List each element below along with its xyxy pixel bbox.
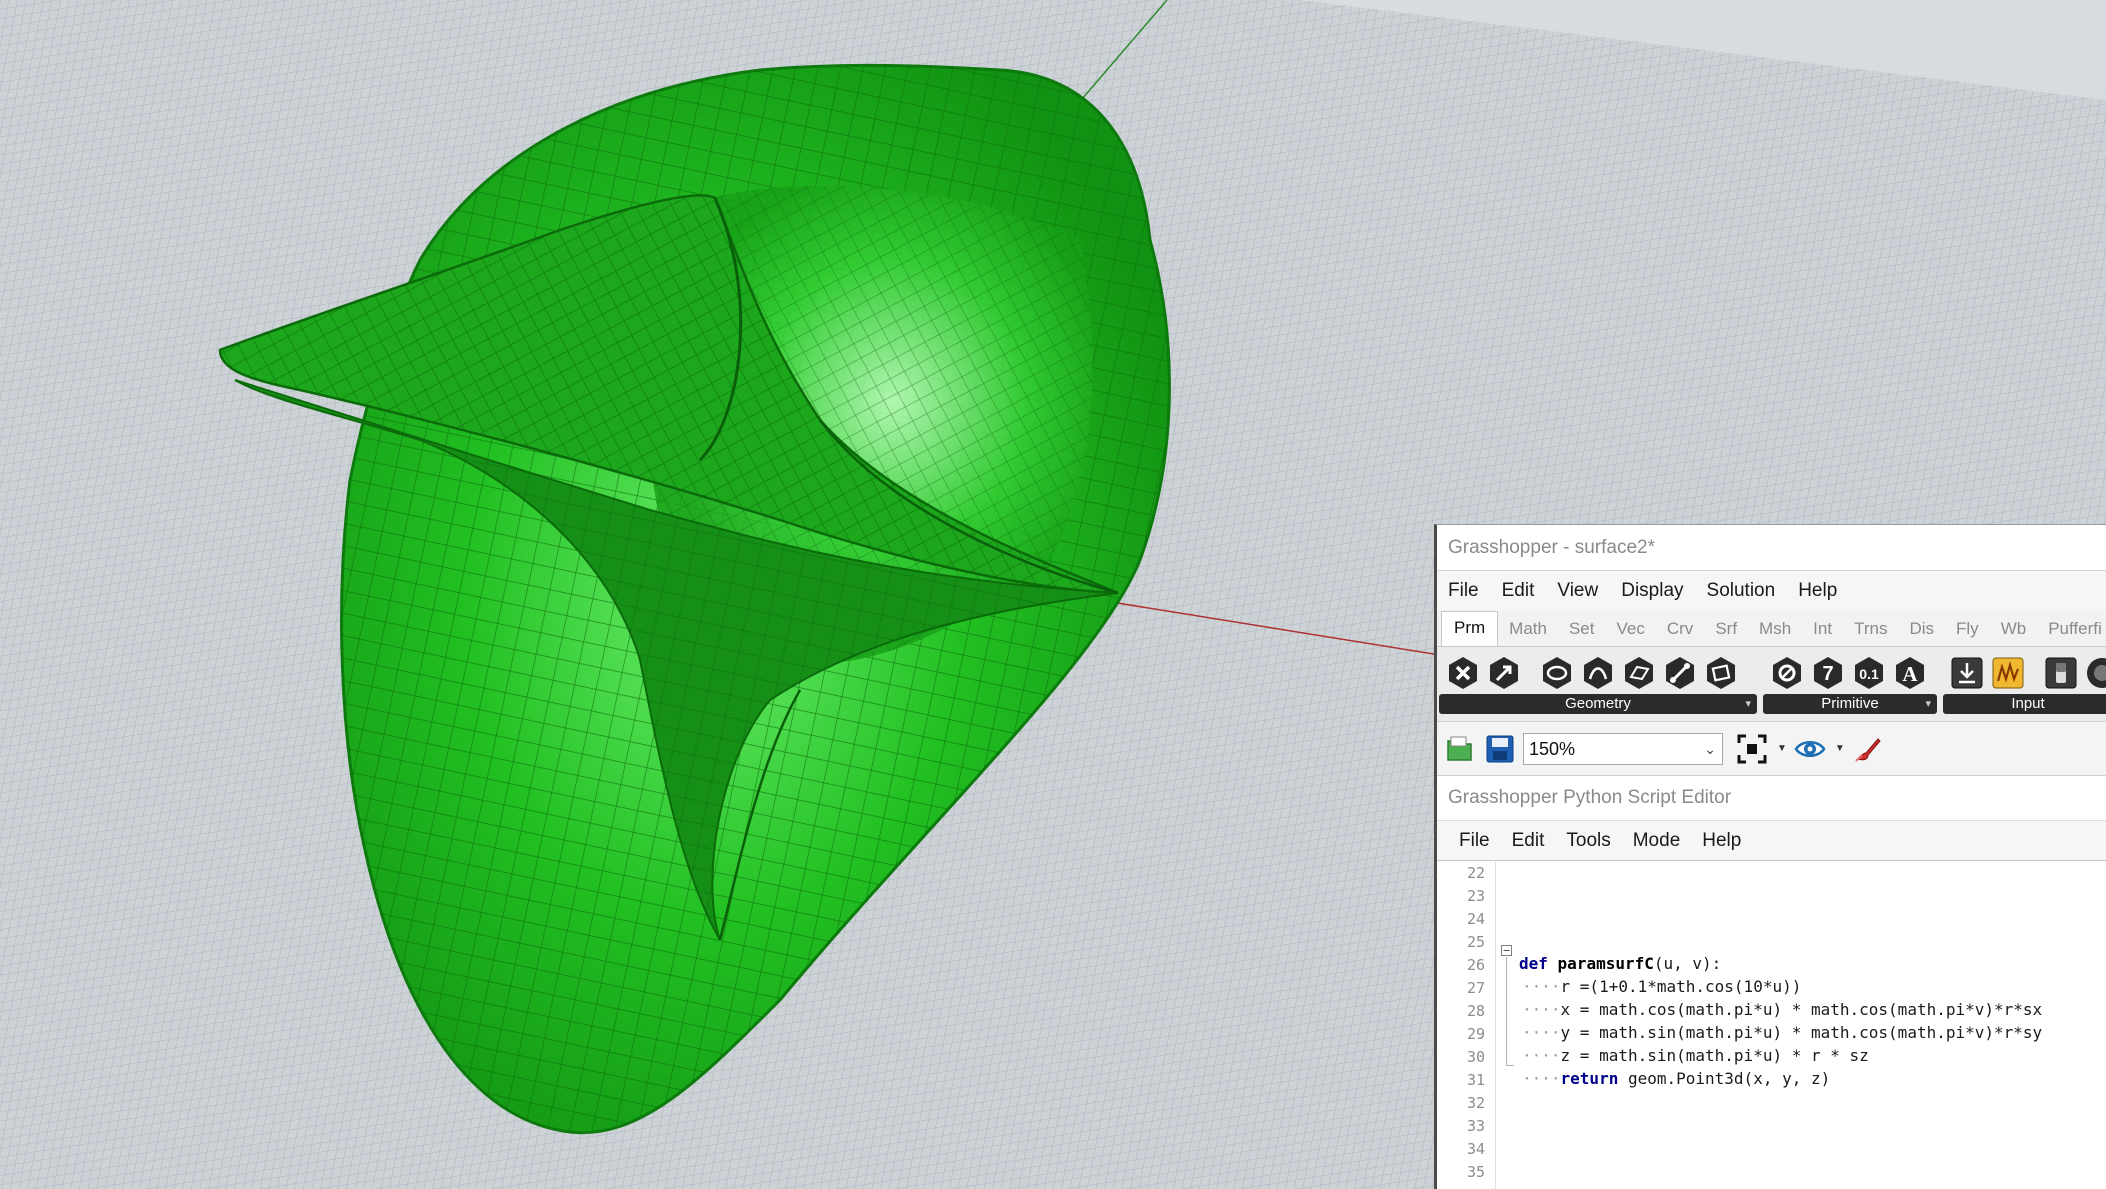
- ribbon-group-primitive: 7 0.1 A Primitive ▾: [1763, 652, 1937, 714]
- tab-vec[interactable]: Vec: [1606, 619, 1656, 646]
- fold-toggle-icon[interactable]: −: [1501, 945, 1512, 956]
- line-number: 30: [1466, 1048, 1485, 1066]
- ribbon-group-geometry: Geometry ▾: [1439, 652, 1757, 714]
- menu-display[interactable]: Display: [1621, 580, 1683, 602]
- menu-help[interactable]: Help: [1798, 580, 1837, 602]
- tab-trns[interactable]: Trns: [1843, 619, 1898, 646]
- chevron-down-icon: ⌄: [1704, 740, 1716, 757]
- python-editor-menubar: File Edit Tools Mode Help: [1437, 821, 2106, 861]
- line-number: 29: [1466, 1025, 1485, 1043]
- ribbon-group-input: Input: [1943, 652, 2106, 714]
- line-number: 26: [1466, 956, 1485, 974]
- line-number-gutter: 22 23 24 25 26 27 28 29 30 31 32 33 34 3…: [1437, 861, 1496, 1189]
- menu-solution[interactable]: Solution: [1707, 580, 1776, 602]
- integer-icon[interactable]: 7: [1810, 655, 1846, 691]
- ribbon-label-primitive[interactable]: Primitive ▾: [1763, 694, 1937, 714]
- zoom-extents-dropdown-icon[interactable]: ▼: [1777, 743, 1787, 754]
- tab-crv[interactable]: Crv: [1656, 619, 1704, 646]
- canvas-toolbar: 150% ⌄ ▼ ▼: [1437, 721, 2106, 776]
- fold-guide-end: [1506, 1065, 1514, 1066]
- menu-file[interactable]: File: [1448, 580, 1479, 602]
- zoom-extents-icon[interactable]: [1735, 731, 1769, 767]
- line-number: 32: [1466, 1094, 1485, 1112]
- remove-icon[interactable]: [1445, 655, 1481, 691]
- circle-icon[interactable]: [1539, 655, 1575, 691]
- component-tabs: Prm Math Set Vec Crv Srf Msh Int Trns Di…: [1437, 610, 2106, 647]
- grasshopper-menubar: File Edit View Display Solution Help: [1437, 571, 2106, 610]
- line-number: 31: [1466, 1071, 1485, 1089]
- box-icon[interactable]: [1703, 655, 1739, 691]
- tab-set[interactable]: Set: [1558, 619, 1606, 646]
- tab-pufferfish[interactable]: Pufferfi: [2037, 619, 2106, 646]
- fold-guide: [1506, 957, 1507, 1065]
- graph-icon[interactable]: [1990, 655, 2026, 691]
- grasshopper-window[interactable]: Grasshopper - surface2* File Edit View D…: [1434, 524, 2106, 1189]
- knob-icon[interactable]: [2084, 655, 2106, 691]
- line-number: 27: [1466, 979, 1485, 997]
- code-editor[interactable]: 22 23 24 25 26 27 28 29 30 31 32 33 34 3…: [1437, 861, 2106, 1189]
- zoom-select[interactable]: 150% ⌄: [1523, 732, 1723, 765]
- line-number: 23: [1466, 887, 1485, 905]
- tab-msh[interactable]: Msh: [1748, 619, 1802, 646]
- line-number: 24: [1466, 910, 1485, 928]
- svg-text:A: A: [1902, 662, 1918, 686]
- save-icon[interactable]: [1483, 731, 1517, 767]
- preview-eye-icon[interactable]: [1793, 731, 1827, 767]
- tab-int[interactable]: Int: [1802, 619, 1843, 646]
- number-icon[interactable]: 0.1: [1851, 655, 1887, 691]
- curve-icon[interactable]: [1580, 655, 1616, 691]
- line-number: 33: [1466, 1117, 1485, 1135]
- code-line-29: ····y = math.sin(math.pi*u) * math.cos(m…: [1522, 1023, 2043, 1042]
- tab-prm[interactable]: Prm: [1441, 611, 1499, 646]
- py-menu-edit[interactable]: Edit: [1512, 830, 1545, 852]
- tab-fly[interactable]: Fly: [1945, 619, 1990, 646]
- ribbon-label-geometry[interactable]: Geometry ▾: [1439, 694, 1757, 714]
- tab-srf[interactable]: Srf: [1704, 619, 1748, 646]
- tab-math[interactable]: Math: [1498, 619, 1558, 646]
- menu-edit[interactable]: Edit: [1502, 580, 1535, 602]
- component-ribbon: Geometry ▾ 7 0.1 A Primitive ▾ Input: [1437, 647, 2106, 721]
- import-icon[interactable]: [1949, 655, 1985, 691]
- line-number: 22: [1466, 864, 1485, 882]
- python-editor-title: Grasshopper Python Script Editor: [1437, 776, 2106, 821]
- arrow-icon[interactable]: [1486, 655, 1522, 691]
- py-menu-tools[interactable]: Tools: [1566, 830, 1610, 852]
- py-menu-file[interactable]: File: [1459, 830, 1490, 852]
- code-line-27: ····r =(1+0.1*math.cos(10*u)): [1522, 977, 1802, 996]
- open-file-icon[interactable]: [1443, 731, 1477, 767]
- svg-text:0.1: 0.1: [1859, 666, 1879, 682]
- code-line-30: ····z = math.sin(math.pi*u) * r * sz: [1522, 1046, 1869, 1065]
- surface-icon[interactable]: [1621, 655, 1657, 691]
- boolean-icon[interactable]: [1769, 655, 1805, 691]
- tab-dis[interactable]: Dis: [1898, 619, 1945, 646]
- py-menu-help[interactable]: Help: [1702, 830, 1741, 852]
- tab-wb[interactable]: Wb: [1990, 619, 2038, 646]
- code-line-26: def paramsurfC(u, v):: [1519, 954, 1722, 973]
- link-icon[interactable]: [1662, 655, 1698, 691]
- code-line-28: ····x = math.cos(math.pi*u) * math.cos(m…: [1522, 1000, 2043, 1019]
- text-icon[interactable]: A: [1892, 655, 1928, 691]
- svg-text:7: 7: [1822, 663, 1833, 685]
- preview-dropdown-icon[interactable]: ▼: [1835, 743, 1845, 754]
- code-line-31: ····return geom.Point3d(x, y, z): [1522, 1069, 1831, 1088]
- line-number: 28: [1466, 1002, 1485, 1020]
- line-number: 25: [1466, 933, 1485, 951]
- toggle-icon[interactable]: [2043, 655, 2079, 691]
- sketch-pen-icon[interactable]: [1851, 731, 1885, 767]
- line-number: 34: [1466, 1140, 1485, 1158]
- line-number: 35: [1466, 1163, 1485, 1181]
- py-menu-mode[interactable]: Mode: [1633, 830, 1681, 852]
- menu-view[interactable]: View: [1557, 580, 1598, 602]
- ribbon-label-input[interactable]: Input: [1943, 694, 2106, 714]
- grasshopper-title: Grasshopper - surface2*: [1437, 525, 2106, 571]
